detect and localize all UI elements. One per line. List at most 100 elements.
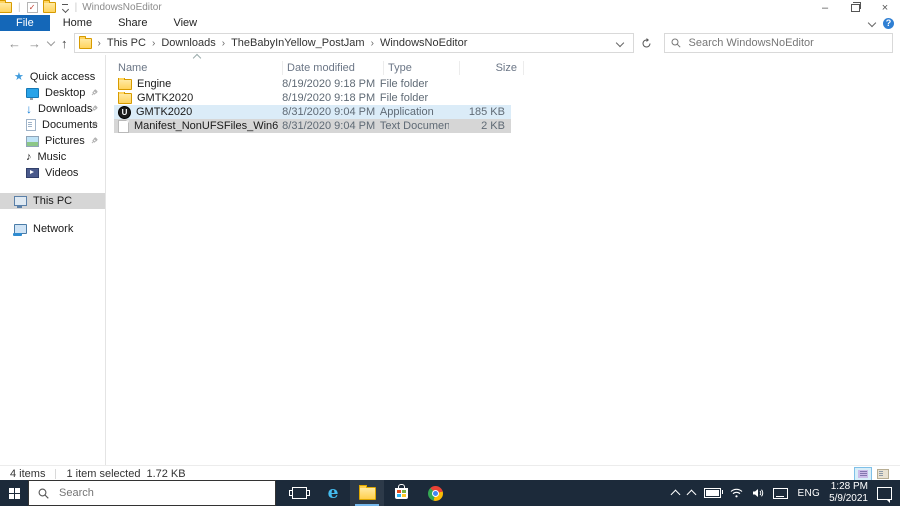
sidebar-item-pictures[interactable]: Pictures — [0, 133, 105, 149]
selection-count: 1 item selected — [66, 467, 141, 480]
quick-access-toolbar: | ✓ | — [0, 0, 78, 13]
breadcrumb-separator: › — [97, 37, 101, 49]
explorer-search-box[interactable] — [663, 33, 893, 53]
column-label: Size — [495, 62, 517, 74]
address-bar[interactable]: › This PC › Downloads › TheBabyInYellow_… — [73, 33, 634, 53]
file-row-gmtk2020-folder[interactable]: GMTK2020 8/19/2020 9:18 PM File folder — [114, 91, 511, 105]
new-folder-icon[interactable] — [42, 0, 56, 13]
task-view-icon — [288, 487, 310, 499]
tab-view[interactable]: View — [160, 15, 210, 31]
picture-icon — [26, 135, 39, 147]
list-view-icon — [858, 469, 868, 478]
video-icon — [26, 168, 39, 178]
list-view-button[interactable] — [854, 466, 872, 481]
star-icon: ★ — [14, 70, 24, 83]
sidebar-item-label: Music — [37, 151, 67, 163]
download-arrow-icon: ↓ — [26, 102, 32, 116]
breadcrumb-downloads[interactable]: Downloads — [161, 37, 215, 49]
status-bar: 4 items 1 item selected 1.72 KB — [0, 465, 900, 481]
pin-icon — [91, 121, 98, 128]
file-type: File folder — [379, 78, 429, 90]
up-button[interactable]: ↑ — [61, 37, 68, 50]
sidebar-item-downloads[interactable]: ↓ Downloads — [0, 101, 105, 117]
sidebar-item-label: Pictures — [45, 135, 85, 147]
start-button[interactable] — [0, 480, 28, 506]
wifi-icon[interactable] — [730, 488, 743, 498]
minimize-button[interactable]: – — [810, 0, 840, 15]
sidebar-item-videos[interactable]: Videos — [0, 165, 105, 181]
tray-time: 1:28 PM — [830, 481, 868, 492]
taskbar-search-input[interactable] — [57, 486, 266, 500]
pin-icon — [91, 89, 98, 96]
title-bar: | ✓ | WindowsNoEditor – × — [0, 0, 900, 15]
folder-icon — [118, 78, 132, 90]
file-date: 8/19/2020 9:18 PM — [282, 92, 376, 104]
touch-keyboard-icon[interactable] — [773, 487, 789, 499]
column-header-date-modified[interactable]: Date modified — [283, 61, 384, 75]
column-header-type[interactable]: Type — [384, 61, 460, 75]
help-icon[interactable]: ? — [883, 17, 894, 29]
file-row-gmtk2020-application[interactable]: U GMTK2020 8/31/2020 9:04 PM Application … — [114, 105, 511, 119]
sidebar-item-label: Network — [33, 223, 74, 235]
breadcrumb-this-pc[interactable]: This PC — [107, 37, 146, 49]
main-area: ★ Quick access Desktop ↓ Downloads Docum… — [0, 53, 900, 465]
sidebar-item-label: Documents — [42, 119, 98, 131]
file-name: Engine — [137, 78, 172, 90]
address-dropdown-icon[interactable] — [609, 37, 631, 49]
sidebar-item-this-pc[interactable]: This PC — [0, 193, 105, 209]
sidebar-item-network[interactable]: Network — [0, 221, 105, 237]
details-view-button[interactable] — [874, 467, 892, 481]
internet-explorer-icon: e — [327, 482, 339, 503]
hidden-icons-chevron-icon[interactable] — [671, 489, 681, 500]
file-date: 8/31/2020 9:04 PM — [282, 106, 376, 118]
column-header-size[interactable]: Size — [460, 61, 524, 75]
action-center-icon[interactable] — [877, 486, 892, 503]
forward-button[interactable]: → — [28, 37, 41, 50]
internet-explorer-button[interactable]: e — [316, 480, 350, 506]
properties-icon[interactable]: ✓ — [26, 2, 38, 13]
ribbon-tab-row: File Home Share View ? — [0, 15, 900, 32]
sidebar-item-desktop[interactable]: Desktop — [0, 85, 105, 101]
column-label: Name — [118, 62, 148, 74]
taskbar: e ENG 1:28 PM 5/9/2021 — [0, 480, 900, 506]
chrome-button[interactable] — [418, 480, 452, 506]
microsoft-store-button[interactable] — [384, 480, 418, 506]
sidebar-item-documents[interactable]: Documents — [0, 117, 105, 133]
battery-icon[interactable] — [704, 488, 724, 498]
breadcrumb-separator: › — [151, 37, 156, 49]
file-name: GMTK2020 — [137, 92, 194, 104]
breadcrumb-windowsnoeditor[interactable]: WindowsNoEditor — [380, 37, 467, 49]
tab-share[interactable]: Share — [105, 15, 160, 31]
taskbar-clock[interactable]: 1:28 PM 5/9/2021 — [829, 481, 868, 505]
pin-icon — [91, 137, 98, 144]
column-header-name[interactable]: Name — [114, 53, 283, 75]
sidebar-item-label: Quick access — [29, 71, 96, 83]
recent-locations-dropdown-icon[interactable] — [46, 37, 56, 47]
breadcrumb-thebabyinyellow-postjam[interactable]: TheBabyInYellow_PostJam — [231, 37, 365, 49]
search-input[interactable] — [686, 36, 886, 50]
tab-file[interactable]: File — [0, 15, 50, 31]
volume-icon[interactable] — [752, 488, 764, 498]
file-explorer-button[interactable] — [350, 480, 384, 506]
file-row-manifest-nonufsfiles-win64[interactable]: Manifest_NonUFSFiles_Win64 8/31/2020 9:0… — [114, 119, 511, 133]
system-tray: ENG 1:28 PM 5/9/2021 — [671, 480, 900, 506]
back-button[interactable]: ← — [8, 37, 21, 50]
refresh-button[interactable] — [636, 34, 658, 52]
customize-quick-access-dropdown-icon[interactable] — [61, 3, 69, 12]
column-label: Type — [388, 62, 412, 74]
sidebar-item-quick-access[interactable]: ★ Quick access — [0, 69, 105, 85]
tab-home[interactable]: Home — [50, 15, 105, 31]
computer-icon — [14, 196, 27, 208]
file-row-engine[interactable]: Engine 8/19/2020 9:18 PM File folder — [114, 77, 511, 91]
close-button[interactable]: × — [870, 0, 900, 15]
sidebar-item-label: This PC — [33, 195, 73, 207]
expand-ribbon-icon[interactable] — [867, 18, 877, 28]
hidden-icons-chevron-icon[interactable] — [687, 489, 697, 500]
language-indicator[interactable]: ENG — [797, 488, 820, 499]
restore-button[interactable] — [840, 0, 870, 15]
sidebar-item-music[interactable]: ♪ Music — [0, 149, 105, 165]
navigation-pane: ★ Quick access Desktop ↓ Downloads Docum… — [0, 55, 106, 465]
taskbar-search-box[interactable] — [28, 480, 276, 506]
task-view-button[interactable] — [282, 480, 316, 506]
file-type: Text Document — [379, 120, 450, 132]
